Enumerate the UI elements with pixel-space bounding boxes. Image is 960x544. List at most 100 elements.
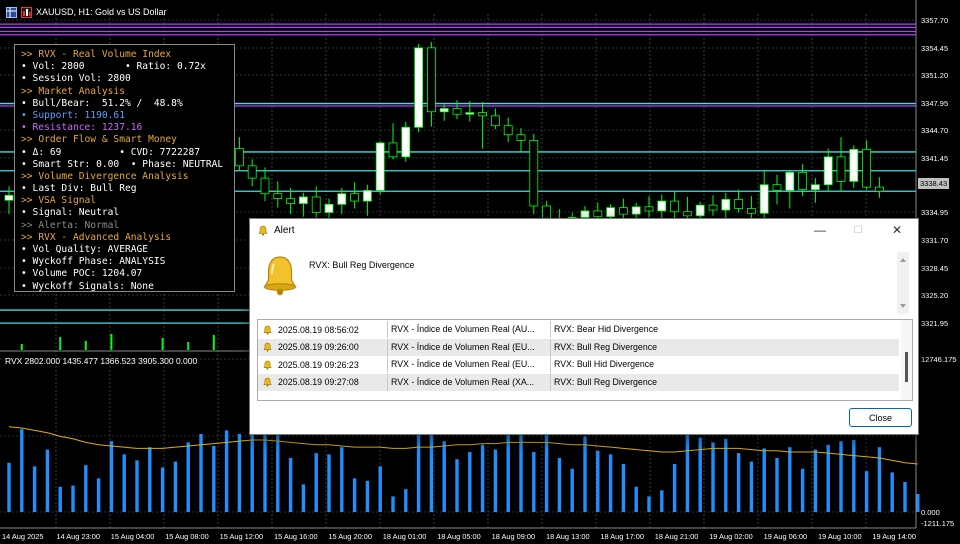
time-tick-label: 18 Aug 21:00 — [655, 532, 699, 541]
candle-body — [811, 184, 820, 191]
candle-body — [401, 126, 411, 158]
candle-body — [4, 194, 14, 201]
candle-body — [772, 184, 782, 191]
panel-line: >> RVX - Advanced Analysis — [21, 231, 172, 243]
panel-line: >> Order Flow & Smart Money — [21, 134, 177, 146]
close-window-button[interactable]: ✕ — [880, 219, 914, 241]
price-axis: 3357.70 3354.45 3351.20 3347.95 3344.70 3341.… — [921, 16, 948, 328]
volume-bar — [340, 447, 344, 512]
bell-icon — [258, 225, 268, 236]
minimize-button[interactable]: — — [803, 219, 837, 241]
volume-bar — [212, 445, 216, 512]
price-tick-label: 3344.70 — [921, 126, 948, 135]
panel-line: • Δ: 69 • CVD: 7722287 — [21, 146, 201, 158]
maximize-button[interactable]: ☐ — [841, 219, 875, 241]
time-tick-label: 18 Aug 13:00 — [546, 532, 590, 541]
candle-body — [683, 211, 692, 217]
alert-row[interactable]: 2025.08.19 08:56:02 RVX - Índice de Volum… — [258, 321, 899, 338]
volume-bar — [532, 451, 536, 512]
time-tick-label: 19 Aug 02:00 — [709, 532, 753, 541]
scroll-thumb[interactable] — [905, 352, 908, 382]
current-price-tag: 3338.43 — [918, 178, 950, 189]
volume-bar — [404, 489, 408, 512]
alert-time-cell: 2025.08.19 09:27:08 — [258, 373, 388, 391]
volume-bar — [237, 433, 242, 512]
chart-icon[interactable] — [21, 6, 32, 18]
alert-source: RVX - Índice de Volumen Real (EU... — [388, 338, 551, 356]
candle-body — [350, 193, 360, 202]
volume-bar — [608, 454, 613, 512]
price-tick-label: 3341.45 — [921, 154, 948, 163]
candle-body — [759, 184, 769, 214]
volume-bar — [672, 463, 677, 512]
alert-time: 2025.08.19 08:56:02 — [278, 324, 359, 335]
volume-bar — [314, 453, 318, 512]
candle-body — [388, 142, 398, 158]
alert-time-cell: 2025.08.19 09:26:23 — [258, 356, 388, 373]
volume-bar — [32, 466, 37, 512]
candle-body — [247, 165, 257, 179]
candle-body — [619, 207, 628, 215]
alert-row[interactable]: 2025.08.19 09:26:23 RVX - Índice de Volum… — [258, 356, 899, 373]
indicator-label: RVX 2802.000 1435.477 1366.523 3905.300 … — [5, 356, 198, 366]
candle-body — [516, 134, 526, 141]
price-tick-label: 3357.70 — [921, 16, 948, 25]
volume-bar — [58, 486, 62, 512]
candle-body — [375, 142, 385, 191]
candle-body — [298, 196, 308, 204]
candle-body — [606, 207, 615, 218]
alert-history-list[interactable]: 2025.08.19 08:56:02 RVX - Índice de Volum… — [257, 319, 913, 401]
alert-time: 2025.08.19 09:26:23 — [278, 359, 359, 370]
candle-body — [580, 210, 590, 218]
volume-bar — [493, 449, 498, 512]
list-scrollbar[interactable] — [901, 320, 912, 400]
panel-line: >> Volume Divergence Analysis — [21, 170, 189, 182]
volume-bar — [685, 426, 690, 512]
time-tick-label: 19 Aug 06:00 — [764, 532, 808, 541]
alert-row[interactable]: 2025.08.19 09:26:00 RVX - Índice de Volum… — [258, 338, 899, 356]
chart-title-bar: XAUUSD, H1: Gold vs US Dollar — [6, 4, 167, 20]
volume-bar — [660, 490, 664, 512]
candle-body — [862, 149, 871, 188]
volume-bar — [352, 478, 357, 512]
candle-body — [311, 196, 321, 213]
volume-bar — [839, 441, 843, 512]
indicator-tick-label: -1211.175 — [921, 519, 954, 528]
panel-line: • Wyckoff Signals: None — [21, 280, 154, 292]
time-tick-label: 15 Aug 12:00 — [220, 532, 264, 541]
volume-bar — [583, 436, 587, 512]
panel-line: • Last Div: Bull Reg — [21, 183, 137, 195]
volume-bar — [711, 442, 715, 512]
scroll-up-icon[interactable] — [897, 255, 909, 265]
time-tick-label: 15 Aug 20:00 — [328, 532, 372, 541]
alert-message-area: RVX: Bull Reg Divergence — [257, 251, 909, 314]
message-scrollbar[interactable] — [897, 252, 909, 314]
candle-body — [695, 204, 705, 217]
volume-bar — [557, 457, 562, 512]
indicator-tick-label: 12746.175 — [921, 355, 956, 364]
panel-line: • Bull/Bear: 51.2% / 48.8% — [21, 97, 183, 109]
candle-body — [465, 112, 475, 115]
panel-line: • Resistance: 1237.16 — [21, 122, 143, 134]
close-button[interactable]: Close — [849, 408, 912, 427]
price-tick-label: 3321.95 — [921, 319, 948, 328]
price-tick-label: 3328.45 — [921, 264, 948, 273]
candle-body — [414, 47, 424, 128]
grid-icon[interactable] — [6, 6, 17, 18]
volume-bar — [762, 448, 766, 512]
alert-row[interactable]: 2025.08.19 09:27:08 RVX - Índice de Volum… — [258, 373, 899, 391]
volume-bar — [916, 493, 920, 512]
scroll-down-icon[interactable] — [897, 301, 909, 311]
volume-bar — [864, 471, 869, 512]
candle-body — [362, 190, 372, 202]
alert-row-message: RVX: Bull Reg Divergence — [554, 341, 658, 352]
candle-body — [260, 177, 270, 195]
volume-bar — [749, 461, 754, 512]
time-tick-label: 19 Aug 14:00 — [872, 532, 916, 541]
indicator-axis: 12746.175 0.000 -1211.175 — [921, 355, 956, 528]
candle-body — [234, 148, 244, 167]
time-tick-label: 15 Aug 08:00 — [165, 532, 209, 541]
time-tick-label: 15 Aug 16:00 — [274, 532, 318, 541]
candle-body — [875, 186, 884, 192]
candle-body — [478, 112, 488, 117]
